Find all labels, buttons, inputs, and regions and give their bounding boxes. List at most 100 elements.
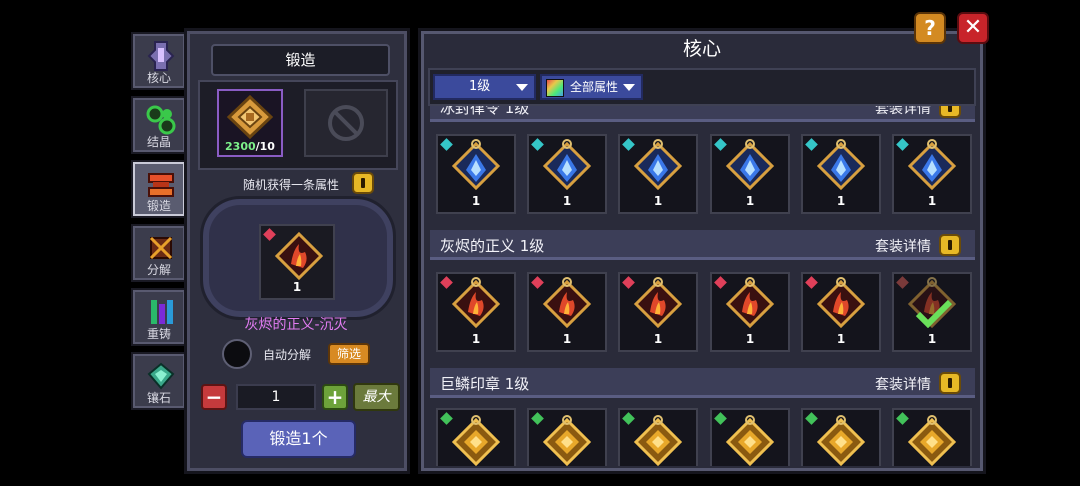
material-slot[interactable]: 2300/10 <box>217 89 283 157</box>
item-count: 1 <box>745 332 755 346</box>
quantity-field[interactable]: 1 <box>236 384 316 410</box>
core-item-slot[interactable] <box>801 408 881 466</box>
core-item-slot[interactable]: 1 <box>527 272 607 352</box>
core-item-slot[interactable]: 1 <box>710 272 790 352</box>
core-item-slot[interactable] <box>892 408 972 466</box>
core-item-slot[interactable]: 1 <box>436 134 516 214</box>
set-header: 冰封律令 1级 套装详情 <box>430 106 975 122</box>
core-item-slot[interactable] <box>710 408 790 466</box>
core-item-slot[interactable] <box>618 408 698 466</box>
item-count: 1 <box>471 194 481 208</box>
gold-core-icon <box>446 412 506 466</box>
close-button[interactable]: ✕ <box>957 12 989 44</box>
result-count: 1 <box>292 280 302 294</box>
forge-title: 锻造 <box>211 44 390 76</box>
core-item-slot[interactable]: 1 <box>618 272 698 352</box>
ice-core-icon <box>537 138 597 200</box>
checkmark-icon <box>915 299 953 328</box>
set-name: 灰烬的正义 1级 <box>440 237 545 255</box>
item-count: 1 <box>927 194 937 208</box>
auto-decompose-toggle[interactable] <box>222 339 252 369</box>
chevron-down-icon <box>516 84 528 91</box>
item-count: 1 <box>653 194 663 208</box>
fire-core-icon <box>274 231 324 281</box>
decompose-icon <box>145 232 177 264</box>
fire-core-icon <box>720 276 780 338</box>
fire-core-icon <box>811 276 871 338</box>
result-slot[interactable]: 1 <box>259 224 335 300</box>
item-count: 1 <box>653 332 663 346</box>
tab-core[interactable]: 核心 <box>131 32 187 90</box>
set-header: 巨鳞印章 1级 套装详情 <box>430 368 975 398</box>
minus-button[interactable]: − <box>201 384 227 410</box>
rainbow-attr-icon <box>546 79 564 97</box>
socket-icon <box>145 360 177 392</box>
core-item-slot[interactable]: 1 <box>892 134 972 214</box>
core-title: 核心 <box>682 38 721 60</box>
material-count: 2300 <box>225 140 256 153</box>
ice-core-icon <box>446 138 506 200</box>
fire-core-icon <box>537 276 597 338</box>
item-count: 1 <box>562 194 572 208</box>
plus-button[interactable]: + <box>322 384 348 410</box>
set-info-icon[interactable] <box>939 106 961 118</box>
crystal-icon <box>145 104 177 136</box>
ice-core-icon <box>811 138 871 200</box>
item-count: 1 <box>927 332 937 346</box>
auto-decompose-label: 自动分解 <box>263 348 312 362</box>
set-detail-link[interactable]: 套装详情 <box>875 106 931 118</box>
random-attr-info-icon[interactable] <box>352 172 374 194</box>
core-item-slot[interactable]: 1 <box>892 272 972 352</box>
recast-icon <box>145 296 177 328</box>
material-icon <box>226 94 274 140</box>
item-count: 1 <box>562 332 572 346</box>
core-item-slot[interactable]: 1 <box>436 272 516 352</box>
gold-core-icon <box>720 412 780 466</box>
set-info-icon[interactable] <box>939 234 961 256</box>
material-need: /10 <box>255 140 275 153</box>
core-item-slot[interactable]: 1 <box>801 134 881 214</box>
locked-slot <box>304 89 388 157</box>
level-dropdown-value: 1级 <box>469 79 491 94</box>
set-header: 灰烬的正义 1级 套装详情 <box>430 230 975 260</box>
chevron-down-icon <box>623 84 635 91</box>
tab-decompose[interactable]: 分解 <box>131 224 187 282</box>
set-detail-link[interactable]: 套装详情 <box>875 374 931 394</box>
core-item-slot[interactable]: 1 <box>618 134 698 214</box>
core-item-slot[interactable] <box>527 408 607 466</box>
help-button[interactable]: ? <box>914 12 946 44</box>
forge-button[interactable]: 锻造1个 <box>241 420 356 458</box>
set-name: 巨鳞印章 1级 <box>440 375 530 393</box>
set-name: 冰封律令 1级 <box>440 106 530 117</box>
core-item-slot[interactable]: 1 <box>801 272 881 352</box>
core-icon <box>145 40 177 72</box>
core-item-slot[interactable] <box>436 408 516 466</box>
tab-socket[interactable]: 镶石 <box>131 352 187 410</box>
core-item-slot[interactable]: 1 <box>527 134 607 214</box>
level-dropdown[interactable]: 1级 <box>433 74 536 100</box>
gold-core-icon <box>537 412 597 466</box>
set-info-icon[interactable] <box>939 372 961 394</box>
item-count: 1 <box>836 332 846 346</box>
fire-core-icon <box>446 276 506 338</box>
tab-anvil[interactable]: 锻造 <box>131 160 187 218</box>
gold-core-icon <box>628 412 688 466</box>
set-detail-link[interactable]: 套装详情 <box>875 236 931 256</box>
core-item-slot[interactable]: 1 <box>710 134 790 214</box>
result-name: 灰烬的正义-沉灭 <box>244 317 348 333</box>
item-count: 1 <box>745 194 755 208</box>
attribute-dropdown[interactable]: 全部属性 <box>540 74 643 100</box>
item-count: 1 <box>836 194 846 208</box>
tab-crystal[interactable]: 结晶 <box>131 96 187 154</box>
gold-core-icon <box>902 412 962 466</box>
blocked-icon <box>328 105 364 141</box>
tab-recast[interactable]: 重铸 <box>131 288 187 346</box>
set-list[interactable]: 冰封律令 1级 套装详情 1 1 1 1 1 1 灰烬的正义 1级 套装详情 1 1 1 1 1 1 巨鳞印章 … <box>428 106 980 466</box>
ice-core-icon <box>720 138 780 200</box>
filter-button[interactable]: 筛选 <box>328 343 370 365</box>
anvil-icon <box>145 168 177 200</box>
fire-core-icon <box>628 276 688 338</box>
ice-core-icon <box>628 138 688 200</box>
item-count: 1 <box>471 332 481 346</box>
max-button[interactable]: 最大 <box>353 383 400 411</box>
